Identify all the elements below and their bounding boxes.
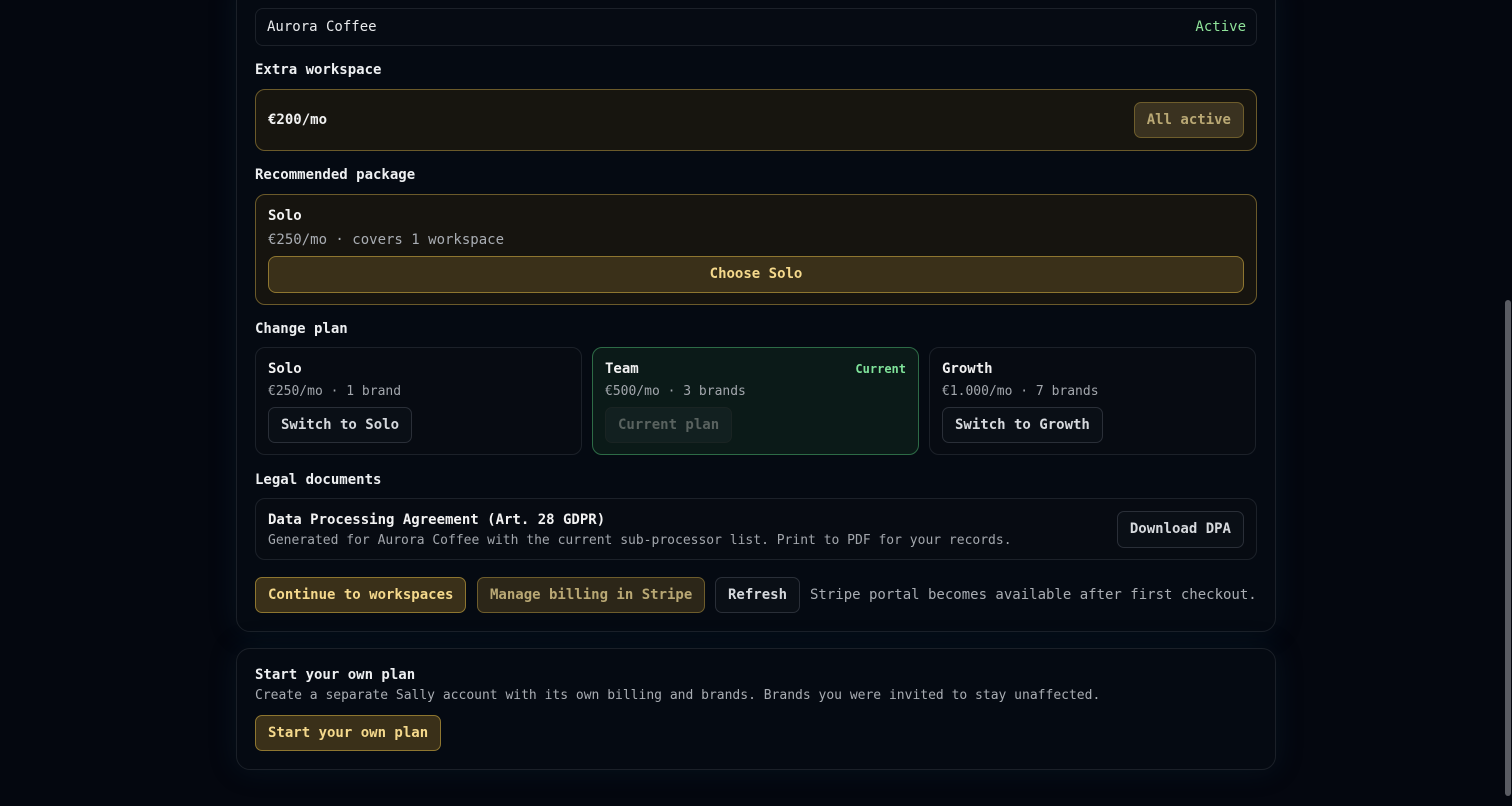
scrollbar-track[interactable] xyxy=(1504,0,1512,806)
plan-description: €500/mo · 3 brands xyxy=(605,384,746,399)
plan-name: Solo xyxy=(268,361,302,377)
switch-to-growth-button[interactable]: Switch to Growth xyxy=(942,407,1103,443)
recommended-plan-description: €250/mo · covers 1 workspace xyxy=(268,232,505,248)
brand-row: Aurora Coffee Active xyxy=(255,8,1257,46)
dpa-document-row: Data Processing Agreement (Art. 28 GDPR)… xyxy=(255,498,1257,560)
legal-documents-heading: Legal documents xyxy=(255,472,382,488)
plan-description: €250/mo · 1 brand xyxy=(268,384,402,399)
switch-to-solo-button[interactable]: Switch to Solo xyxy=(268,407,413,443)
scrollbar-thumb[interactable] xyxy=(1505,300,1511,796)
refresh-button[interactable]: Refresh xyxy=(715,577,801,613)
recommended-plan-name: Solo xyxy=(268,208,302,224)
manage-billing-stripe-button[interactable]: Manage billing in Stripe xyxy=(477,577,706,613)
plan-card-team: Team Current €500/mo · 3 brands Current … xyxy=(592,347,919,455)
brand-status-badge: Active xyxy=(1195,19,1246,35)
change-plan-heading: Change plan xyxy=(255,321,348,337)
brand-name: Aurora Coffee xyxy=(267,19,377,35)
plan-card-solo: Solo €250/mo · 1 brand Switch to Solo xyxy=(255,347,582,455)
dpa-title: Data Processing Agreement (Art. 28 GDPR) xyxy=(268,512,606,528)
continue-to-workspaces-button[interactable]: Continue to workspaces xyxy=(255,577,467,613)
stripe-portal-note: Stripe portal becomes available after fi… xyxy=(810,587,1257,603)
start-own-plan-button[interactable]: Start your own plan xyxy=(255,715,442,751)
recommended-package-box: Solo €250/mo · covers 1 workspace Choose… xyxy=(255,194,1257,305)
plan-description: €1.000/mo · 7 brands xyxy=(942,384,1099,399)
extra-workspace-box: €200/mo All active xyxy=(255,89,1257,151)
extra-workspace-heading: Extra workspace xyxy=(255,62,382,78)
dpa-description: Generated for Aurora Coffee with the cur… xyxy=(268,533,1012,548)
own-plan-title: Start your own plan xyxy=(255,667,416,683)
extra-workspace-price: €200/mo xyxy=(268,112,328,128)
plan-name: Team xyxy=(605,361,639,377)
choose-solo-button[interactable]: Choose Solo xyxy=(268,256,1244,293)
all-active-button[interactable]: All active xyxy=(1133,102,1244,138)
own-plan-description: Create a separate Sally account with its… xyxy=(255,688,1101,703)
current-plan-badge: Current xyxy=(855,362,906,376)
plan-card-growth: Growth €1.000/mo · 7 brands Switch to Gr… xyxy=(929,347,1256,455)
current-plan-button: Current plan xyxy=(605,407,733,443)
recommended-package-heading: Recommended package xyxy=(255,167,416,183)
plan-name: Growth xyxy=(942,361,993,377)
download-dpa-button[interactable]: Download DPA xyxy=(1116,511,1244,548)
